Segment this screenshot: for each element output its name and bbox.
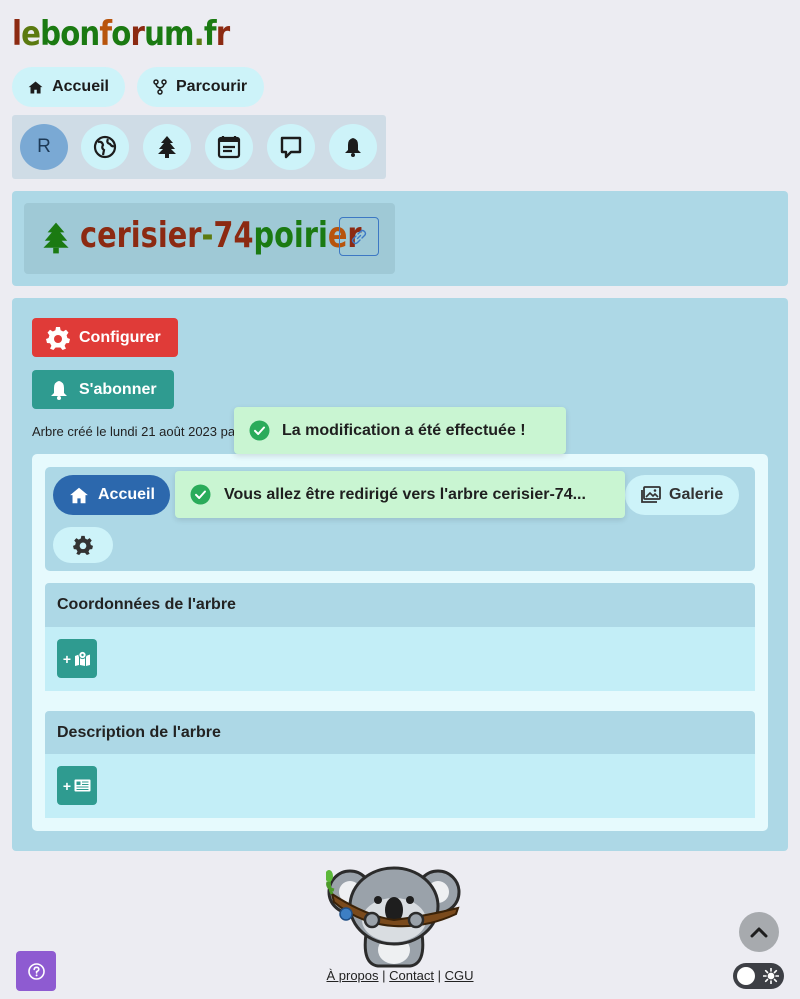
newspaper-icon — [74, 779, 91, 792]
coordinates-header: Coordonnées de l'arbre — [45, 583, 755, 627]
gear-icon — [46, 326, 70, 350]
footer-about-link[interactable]: À propos — [326, 968, 378, 983]
tab-gallery[interactable]: Galerie — [625, 475, 739, 515]
toggle-knob — [737, 967, 755, 985]
nav-browse-button[interactable]: Parcourir — [137, 67, 264, 107]
help-button[interactable] — [16, 951, 56, 991]
footer-separator: | — [437, 968, 441, 983]
nav-browse-label: Parcourir — [176, 78, 248, 95]
redirect-toast: Vous allez être redirigé vers l'arbre ce… — [175, 471, 625, 518]
tree-title-part: poiri — [253, 215, 328, 256]
user-toolbar: R — [12, 115, 386, 179]
logo-part: o — [111, 14, 131, 54]
nav-home-button[interactable]: Accueil — [12, 67, 125, 107]
copy-link-button[interactable] — [339, 217, 379, 256]
tree-header-panel: cerisier-74poirier — [12, 191, 788, 286]
home-icon — [70, 487, 88, 503]
logo-part: l — [12, 14, 22, 54]
gear-icon — [73, 535, 93, 555]
link-icon — [351, 229, 367, 244]
map-pin-icon — [75, 651, 91, 666]
globe-button[interactable] — [81, 124, 129, 170]
redirect-toast-message: Vous allez être redirigé vers l'arbre ce… — [224, 485, 586, 503]
site-logo[interactable]: lebonforum.fr — [12, 14, 230, 54]
calendar-button[interactable] — [205, 124, 253, 170]
avatar-initial: R — [37, 136, 51, 157]
tree-created-text: Arbre créé le lundi 21 août 2023 pa — [32, 424, 236, 439]
question-circle-icon — [27, 962, 45, 980]
logo-part: r — [130, 14, 145, 54]
chevron-up-icon — [750, 927, 768, 938]
check-circle-icon — [249, 420, 270, 441]
theme-toggle[interactable] — [733, 963, 784, 989]
check-circle-icon — [190, 484, 211, 505]
logo-part: bon — [40, 14, 100, 54]
footer-separator: | — [382, 968, 386, 983]
logo-part: f — [203, 14, 217, 54]
tree-title-part: - — [201, 215, 214, 256]
footer-terms-link[interactable]: CGU — [445, 968, 474, 983]
sun-icon — [763, 968, 779, 984]
tree-title-box: cerisier-74poirier — [24, 203, 395, 274]
configure-label: Configurer — [79, 328, 161, 346]
scroll-to-top-button[interactable] — [739, 912, 779, 952]
globe-icon — [93, 135, 117, 159]
tree-title-part: cerisier — [80, 215, 202, 256]
tree-button[interactable] — [143, 124, 191, 170]
logo-part: . — [193, 14, 205, 54]
nav-home-label: Accueil — [52, 78, 109, 95]
logo-part: e — [21, 14, 41, 54]
success-toast-message: La modification a été effectuée ! — [282, 421, 526, 439]
logo-part: f — [99, 14, 112, 54]
success-toast: La modification a été effectuée ! — [234, 407, 566, 454]
chat-icon — [280, 136, 302, 159]
koala-mascot-illustration — [326, 866, 461, 968]
bell-icon — [345, 138, 361, 157]
messages-button[interactable] — [267, 124, 315, 170]
description-header: Description de l'arbre — [45, 711, 755, 755]
tab-home-label: Accueil — [98, 486, 155, 503]
user-avatar[interactable]: R — [20, 124, 68, 170]
footer-links: À propos | Contact | CGU — [0, 968, 800, 983]
tab-settings[interactable] — [53, 527, 113, 563]
coordinates-body: + — [45, 627, 755, 691]
add-description-button[interactable]: + — [57, 766, 97, 805]
description-body: + — [45, 754, 755, 818]
plus-sign: + — [62, 777, 72, 794]
tab-home[interactable]: Accueil — [53, 475, 170, 515]
home-icon — [28, 81, 43, 93]
tree-title: cerisier-74poirier — [80, 215, 362, 256]
subscribe-label: S'abonner — [79, 380, 157, 398]
branch-icon — [153, 79, 167, 95]
tree-title-part: 74 — [213, 215, 254, 256]
tree-icon — [158, 136, 176, 158]
logo-part: r — [215, 14, 230, 54]
subscribe-button[interactable]: S'abonner — [32, 370, 174, 409]
configure-button[interactable]: Configurer — [32, 318, 178, 357]
notifications-button[interactable] — [329, 124, 377, 170]
logo-part: um — [144, 14, 194, 54]
tree-icon — [43, 222, 69, 254]
footer-contact-link[interactable]: Contact — [389, 968, 434, 983]
tab-gallery-label: Galerie — [669, 486, 724, 503]
plus-sign: + — [62, 650, 72, 667]
add-coordinates-button[interactable]: + — [57, 639, 97, 678]
bell-icon — [51, 380, 67, 400]
calendar-icon — [217, 136, 241, 159]
images-icon — [641, 486, 661, 503]
tree-main-panel: Configurer S'abonner Arbre créé le lundi… — [12, 298, 788, 851]
